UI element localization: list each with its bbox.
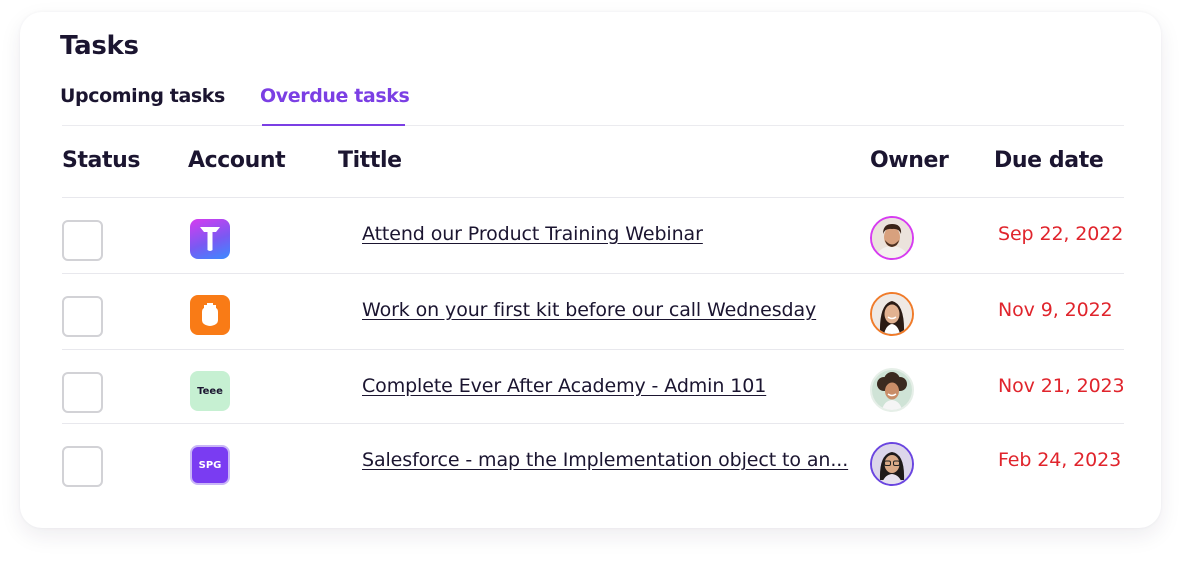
due-date: Sep 22, 2022	[998, 223, 1124, 245]
status-checkbox[interactable]	[62, 446, 103, 487]
task-title-link[interactable]: Attend our Product Training Webinar	[362, 223, 703, 245]
table-row: Attend our Product Training Webinar Sep …	[62, 197, 1124, 274]
tabs-divider	[62, 125, 1124, 126]
woman-glasses-avatar	[870, 442, 914, 486]
due-date: Nov 21, 2023	[998, 375, 1125, 397]
column-header-account: Account	[188, 148, 286, 173]
table-row: Work on your first kit before our call W…	[62, 273, 1124, 350]
tasks-card: Tasks Upcoming tasks Overdue tasks Statu…	[20, 12, 1161, 528]
column-header-due-date: Due date	[994, 148, 1104, 173]
tab-upcoming-tasks[interactable]: Upcoming tasks	[60, 85, 225, 107]
column-header-owner: Owner	[870, 148, 949, 173]
status-checkbox[interactable]	[62, 372, 103, 413]
orange-shield-logo	[190, 295, 230, 335]
spg-logo-text: SPG	[198, 459, 222, 471]
teee-logo-text: Teee	[197, 385, 223, 397]
tab-overdue-tasks[interactable]: Overdue tasks	[260, 85, 410, 107]
page-title: Tasks	[60, 31, 139, 61]
woman-curly-avatar	[870, 368, 914, 412]
column-header-title: Tittle	[338, 148, 402, 173]
man-avatar	[870, 216, 914, 260]
table-row: SPG Salesforce - map the Implementation …	[62, 423, 1124, 500]
active-tab-indicator	[262, 124, 405, 126]
task-title-link[interactable]: Salesforce - map the Implementation obje…	[362, 449, 848, 471]
woman-avatar	[870, 292, 914, 336]
task-title-link[interactable]: Complete Ever After Academy - Admin 101	[362, 375, 766, 397]
spg-logo: SPG	[190, 445, 230, 485]
status-checkbox[interactable]	[62, 296, 103, 337]
teee-logo: Teee	[190, 371, 230, 411]
task-title-link[interactable]: Work on your first kit before our call W…	[362, 299, 816, 321]
table-row: Teee Complete Ever After Academy - Admin…	[62, 349, 1125, 426]
due-date: Feb 24, 2023	[998, 449, 1122, 471]
due-date: Nov 9, 2022	[998, 299, 1113, 321]
column-header-status: Status	[62, 148, 141, 173]
gradient-brand-logo	[190, 219, 230, 259]
status-checkbox[interactable]	[62, 220, 103, 261]
